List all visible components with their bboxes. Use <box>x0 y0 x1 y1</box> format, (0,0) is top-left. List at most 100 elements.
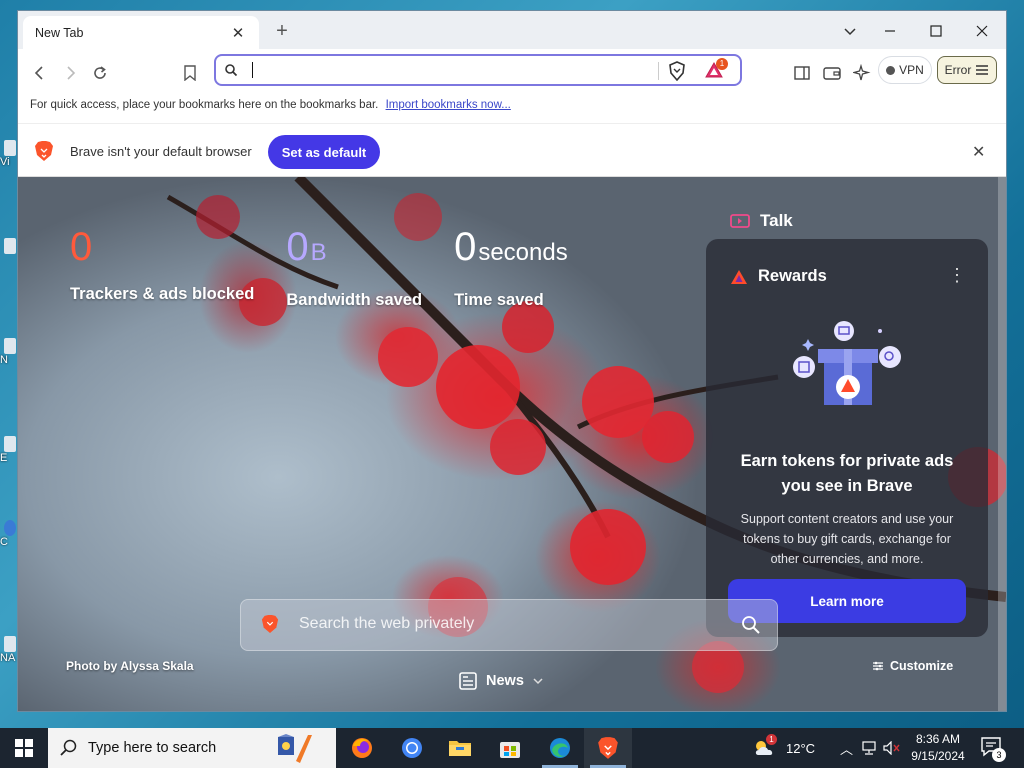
set-as-default-button[interactable]: Set as default <box>268 135 380 169</box>
chevron-up-icon[interactable]: ︿ <box>840 739 853 758</box>
bat-triangle-icon <box>731 269 747 284</box>
taskbar-firefox[interactable] <box>338 728 386 768</box>
clock-time: 8:36 AM <box>915 732 961 746</box>
weather-temperature: 12°C <box>786 740 816 756</box>
reload-button[interactable] <box>88 61 112 85</box>
leo-ai-button[interactable] <box>850 61 874 85</box>
weather-widget[interactable]: 1 12°C <box>752 728 815 768</box>
close-icon <box>976 25 988 37</box>
windows-taskbar: Type here to search 1 12°C ︿ 8:36 AM 9/1… <box>0 728 1024 768</box>
search-icon[interactable] <box>741 615 761 635</box>
wallet-button[interactable] <box>820 61 844 85</box>
taskbar-chrome[interactable] <box>388 728 436 768</box>
notification-center-button[interactable]: 3 <box>980 736 1006 763</box>
sliders-icon <box>873 661 883 671</box>
taskbar-search-placeholder: Type here to search <box>88 740 217 756</box>
vpn-label: VPN <box>899 63 924 77</box>
bookmark-icon <box>184 65 196 81</box>
brave-lion-icon <box>35 141 53 161</box>
network-icon[interactable] <box>861 741 877 755</box>
newspaper-icon <box>459 672 477 690</box>
news-button[interactable]: News <box>458 671 544 691</box>
rewards-gift-illustration <box>793 321 901 405</box>
desktop-icon-fragment[interactable]: E <box>0 436 18 464</box>
vpn-status-icon <box>886 65 896 75</box>
hamburger-icon <box>976 65 989 75</box>
wallet-icon <box>823 67 841 80</box>
error-label: Error <box>944 63 972 77</box>
time-label: Time saved <box>454 291 544 309</box>
taskbar-store[interactable] <box>486 728 534 768</box>
default-browser-infobar: Brave isn't your default browser Set as … <box>18 123 1006 177</box>
desktop-icon-fragment[interactable]: C <box>0 520 18 548</box>
sidebar-icon <box>794 66 810 80</box>
search-icon <box>60 739 77 756</box>
rewards-count-badge: 1 <box>716 58 728 70</box>
start-button[interactable] <box>0 728 48 768</box>
omnibox-divider <box>658 62 659 80</box>
minimize-icon <box>885 30 895 32</box>
store-bag-icon <box>500 742 520 758</box>
maximize-icon <box>930 25 942 37</box>
taskbar-edge[interactable] <box>536 728 584 768</box>
web-search-input[interactable] <box>299 615 719 633</box>
vpn-button[interactable]: VPN <box>878 56 932 84</box>
rewards-header: Rewards <box>730 267 827 286</box>
address-bar[interactable]: 1 <box>214 54 742 86</box>
app-menu-button[interactable]: Error <box>937 56 997 84</box>
windows-logo-icon <box>15 739 33 757</box>
time-stat: 0seconds Time saved <box>454 225 568 310</box>
import-bookmarks-link[interactable]: Import bookmarks now... <box>386 99 511 111</box>
taskbar-search-box[interactable]: Type here to search <box>48 728 336 768</box>
desktop-icon-fragment[interactable]: N <box>0 338 18 366</box>
search-icon <box>225 64 238 77</box>
folder-icon <box>449 741 471 756</box>
tab-strip: New Tab ✕ + <box>18 11 1006 49</box>
search-highlight-icon <box>278 734 312 763</box>
arrow-right-icon <box>67 66 76 80</box>
speaker-muted-icon[interactable] <box>883 741 901 755</box>
photo-credit[interactable]: Photo by Alyssa Skala <box>66 659 194 673</box>
tab-search-button[interactable] <box>830 19 870 43</box>
taskbar-brave[interactable] <box>584 728 632 768</box>
desktop-icon-fragment[interactable]: Vi <box>0 140 18 168</box>
brave-shields-icon[interactable] <box>668 61 686 81</box>
system-tray-icons[interactable]: ︿ <box>840 728 901 768</box>
trackers-count: 0 <box>70 225 93 269</box>
video-camera-icon <box>730 214 750 228</box>
infobar-close-button[interactable]: ✕ <box>972 142 985 162</box>
trackers-label: Trackers & ads blocked <box>70 285 255 303</box>
customize-button[interactable]: Customize <box>872 659 953 673</box>
new-tab-button[interactable]: + <box>270 20 294 43</box>
bandwidth-stat: 0B Bandwidth saved <box>286 225 422 310</box>
forward-button[interactable] <box>58 61 82 85</box>
chrome-icon <box>402 738 422 758</box>
close-window-button[interactable] <box>962 19 1002 43</box>
tab-new-tab[interactable]: New Tab ✕ <box>23 16 259 49</box>
trackers-stat: 0 Trackers & ads blocked <box>70 225 254 310</box>
taskbar-file-explorer[interactable] <box>436 728 484 768</box>
web-search-box[interactable] <box>240 599 778 651</box>
infobar-message: Brave isn't your default browser <box>70 144 252 159</box>
customize-label: Customize <box>890 659 954 673</box>
rewards-description: Support content creators and use your to… <box>740 512 954 566</box>
notification-count: 3 <box>992 748 1006 762</box>
sidebar-toggle-button[interactable] <box>790 61 814 85</box>
desktop-icon-fragment[interactable] <box>0 238 18 254</box>
bookmark-button[interactable] <box>178 61 202 85</box>
more-options-icon[interactable]: ⋮ <box>948 265 966 286</box>
tab-close-button[interactable]: ✕ <box>229 24 247 42</box>
tab-title: New Tab <box>35 25 84 40</box>
page-scrollbar[interactable] <box>998 177 1006 711</box>
bandwidth-label: Bandwidth saved <box>286 291 423 309</box>
back-button[interactable] <box>28 61 52 85</box>
taskbar-clock[interactable]: 8:36 AM 9/15/2024 <box>906 731 970 765</box>
minimize-button[interactable] <box>870 19 910 43</box>
bandwidth-count: 0B <box>286 225 327 269</box>
chevron-down-icon <box>844 28 856 36</box>
maximize-button[interactable] <box>916 19 956 43</box>
stats-widget[interactable]: 0 Trackers & ads blocked 0B Bandwidth sa… <box>70 225 568 310</box>
brave-lion-icon <box>598 737 618 759</box>
edge-icon <box>550 738 570 758</box>
desktop-icon-fragment[interactable]: NA <box>0 636 18 664</box>
